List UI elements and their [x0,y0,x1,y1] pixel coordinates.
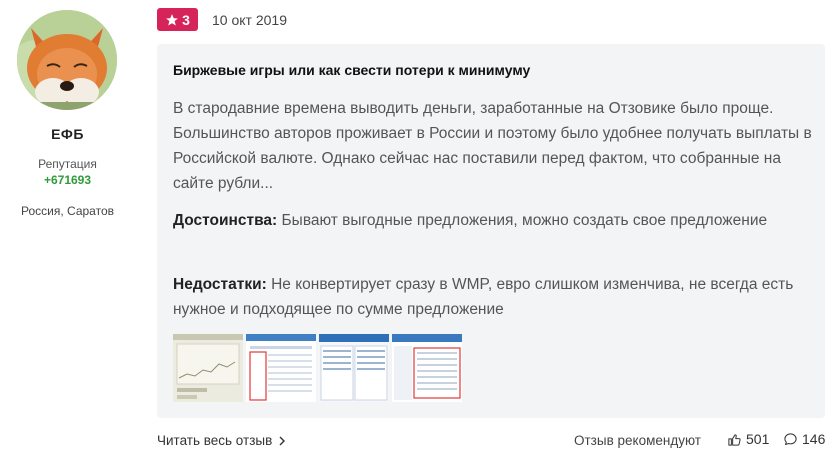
author-location: Россия, Саратов [21,204,114,218]
rating-value: 3 [182,11,190,28]
comments-count: 146 [802,431,826,447]
pros-text: Бывают выгодные предложения, можно созда… [281,212,768,229]
thumbnail-4[interactable] [392,334,462,402]
thumbs-up-icon [728,433,741,446]
comments-button[interactable]: 146 [783,431,825,447]
recommend-label: Отзыв рекомендуют [574,433,701,448]
rating-badge: 3 [157,8,198,31]
review-excerpt: В стародавние времена выводить деньги, з… [173,100,812,192]
cons-text: Не конвертирует сразу в WMP, евро слишко… [173,276,794,318]
read-more-label: Читать весь отзыв [157,433,273,448]
review-title[interactable]: Биржевые игры или как свести потери к ми… [173,62,530,78]
star-icon [166,13,178,26]
reputation-value: +671693 [43,173,92,187]
reputation-label: Репутация [38,157,97,171]
thumbnail-1[interactable] [173,334,243,402]
author-name[interactable]: ЕФБ [0,126,135,142]
likes-count: 501 [746,431,770,447]
comment-icon [784,432,797,445]
review-date: 10 окт 2019 [212,12,287,28]
chevron-right-icon [279,436,286,445]
pros-label: Достоинства: [173,212,278,229]
cons-label: Недостатки: [173,276,267,293]
thumbnail-3[interactable] [319,334,389,402]
review-pros: Достоинства: Бывают выгодные предложения… [173,208,813,233]
read-more-link[interactable]: Читать весь отзыв [157,433,286,448]
thumbnail-strip [173,334,462,402]
fox-avatar-icon[interactable] [17,10,117,110]
review-cons: Недостатки: Не конвертирует сразу в WMP,… [173,272,813,322]
review-card: Биржевые игры или как свести потери к ми… [157,44,825,418]
thumbnail-2[interactable] [246,334,316,402]
like-button[interactable]: 501 [727,431,769,447]
